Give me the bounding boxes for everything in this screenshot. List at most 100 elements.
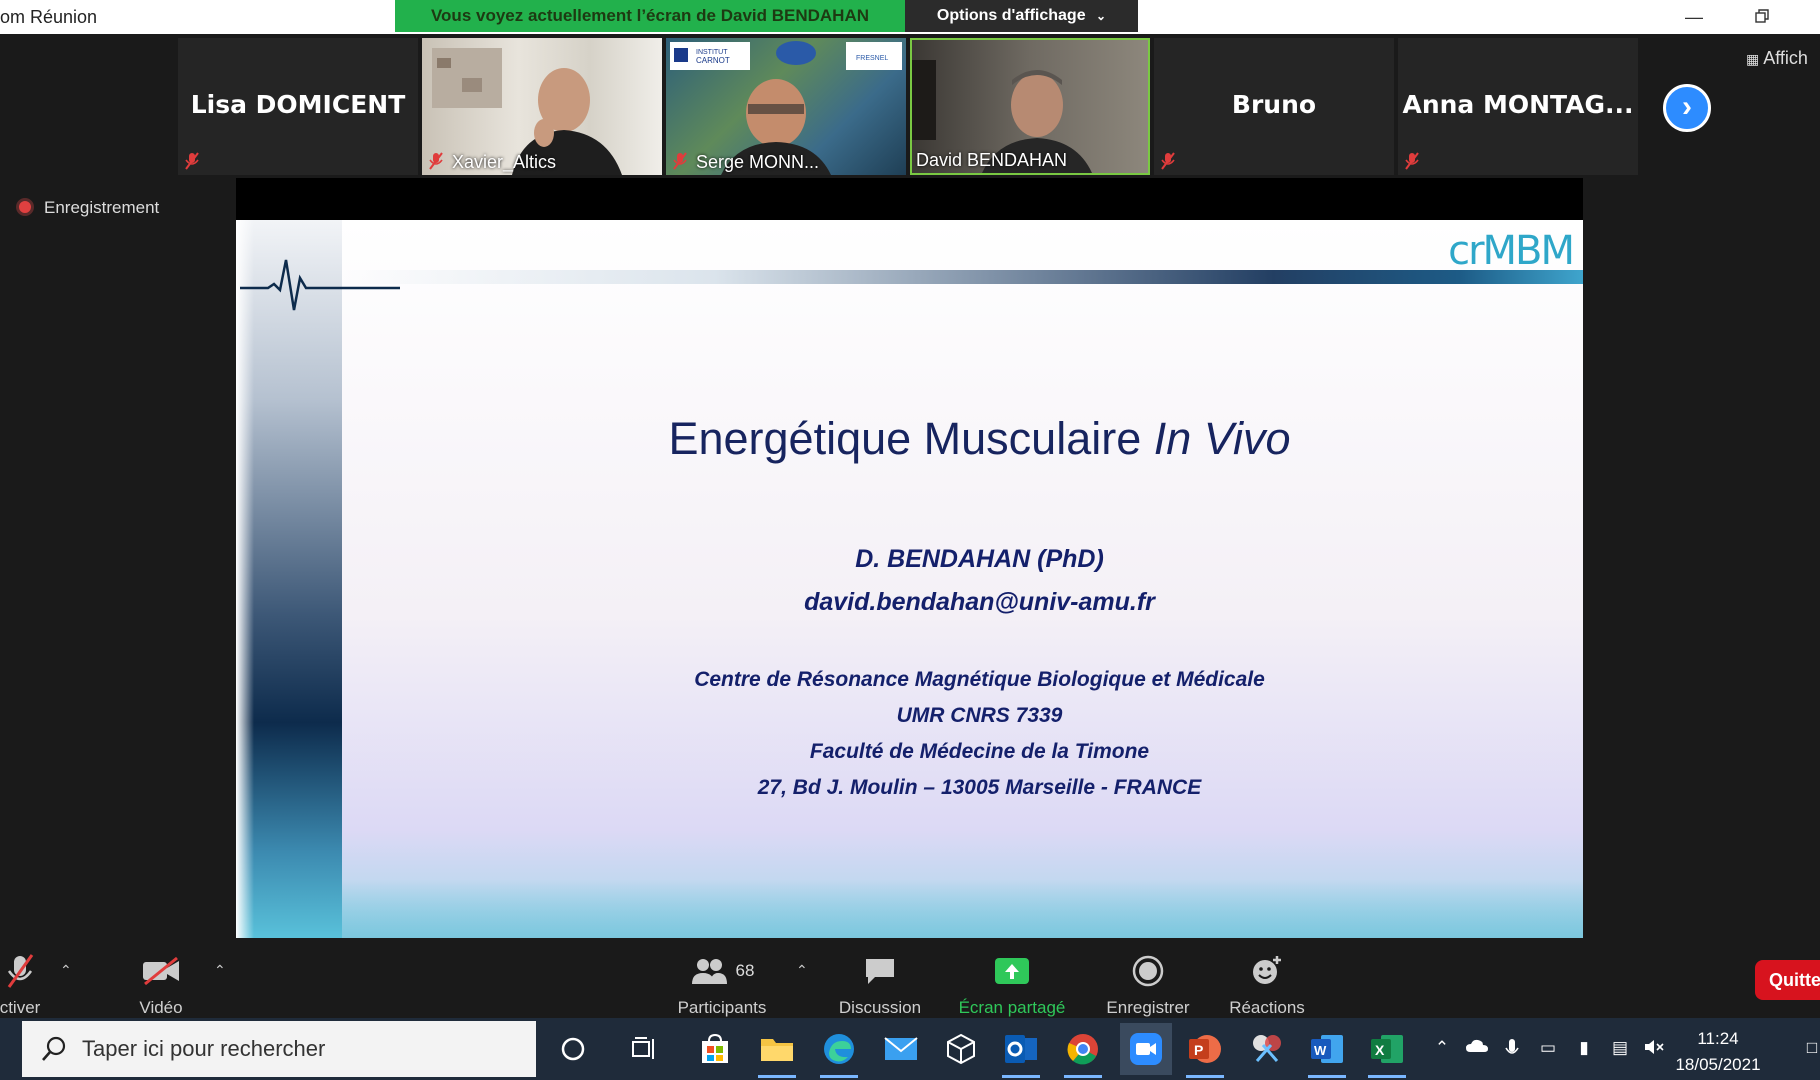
unmute-label: ctiver [0, 998, 41, 1017]
notifications-icon[interactable]: □ [1800, 1038, 1820, 1062]
running-indicator [820, 1075, 858, 1078]
gallery-next-button[interactable]: › [1663, 84, 1711, 132]
running-indicator [1368, 1075, 1406, 1078]
mic-muted-icon [185, 152, 199, 170]
speaker-muted-icon [1645, 1040, 1664, 1054]
gallery-view-label: Affich [1763, 48, 1808, 68]
running-indicator [1186, 1075, 1224, 1078]
chrome-app[interactable] [1062, 1028, 1104, 1078]
gallery-view-button[interactable]: ▦ Affich [1746, 48, 1808, 69]
share-screen-button[interactable]: Écran partagé [952, 952, 1072, 1018]
mail-app[interactable] [880, 1028, 922, 1070]
running-indicator [1308, 1075, 1346, 1078]
outlook-icon [1005, 1035, 1037, 1063]
chevron-right-icon: › [1682, 90, 1692, 123]
network-icon[interactable]: ▤ [1608, 1038, 1632, 1062]
search-placeholder: Taper ici pour rechercher [82, 1036, 326, 1061]
task-view-button[interactable] [624, 1028, 666, 1070]
video-options-caret[interactable]: ⌃ [214, 962, 226, 979]
zoom-app[interactable] [1120, 1023, 1172, 1075]
store-icon [702, 1033, 728, 1063]
mic-muted-icon [1405, 152, 1419, 170]
show-hidden-icons-button[interactable]: ⌃ [1430, 1038, 1454, 1062]
reactions-button[interactable]: Réactions [1222, 952, 1312, 1018]
chat-icon [866, 959, 894, 984]
windows-taskbar: Taper ici pour rechercher P W X ⌃ ▭ ▮ ▤ … [0, 1018, 1820, 1080]
3d-viewer-app[interactable] [940, 1028, 982, 1070]
active-speaker-tile[interactable]: David BENDAHAN [910, 38, 1150, 175]
edge-icon [824, 1034, 854, 1064]
cloud-icon [1466, 1039, 1488, 1052]
snipping-tool-app[interactable] [1246, 1028, 1288, 1070]
slide-lab-line: Faculté de Médecine de la Timone [809, 740, 1150, 763]
edge-app[interactable] [818, 1028, 860, 1078]
powerpoint-app[interactable]: P [1184, 1028, 1226, 1078]
start-video-button[interactable]: Vidéo [125, 952, 197, 1018]
slide-title-main: Energétique Musculaire [668, 413, 1154, 464]
video-label: Vidéo [139, 998, 183, 1017]
participants-button[interactable]: 68 Participants [668, 952, 776, 1018]
share-screen-icon [995, 958, 1029, 984]
chat-label: Discussion [838, 998, 922, 1017]
slide-author: D. BENDAHAN (PhD) [855, 545, 1104, 573]
record-icon [1132, 955, 1164, 987]
participants-count: 68 [735, 961, 755, 980]
taskbar-search-box[interactable]: Taper ici pour rechercher [22, 1021, 536, 1077]
zoom-window: om Réunion Vous voyez actuellement l’écr… [0, 0, 1820, 1080]
battery-icon[interactable]: ▮ [1572, 1038, 1596, 1062]
store-app[interactable] [694, 1028, 736, 1070]
app-title: om Réunion [0, 7, 98, 27]
outlook-app[interactable] [1000, 1028, 1042, 1078]
restore-button[interactable] [1742, 2, 1782, 32]
powerpoint-icon: P [1189, 1035, 1221, 1063]
record-label: Enregistrer [1106, 998, 1190, 1017]
cortana-icon [561, 1037, 585, 1061]
svg-text:INSTITUT: INSTITUT [696, 49, 728, 56]
record-button[interactable]: Enregistrer [1096, 952, 1200, 1018]
reactions-icon [1253, 956, 1281, 984]
participants-icon [691, 959, 727, 984]
clock-date: 18/05/2021 [1675, 1055, 1761, 1074]
chat-button[interactable]: Discussion [832, 952, 928, 1018]
zoom-icon [1130, 1033, 1162, 1065]
leave-meeting-button[interactable]: Quitte [1755, 960, 1820, 1000]
participant-tile[interactable]: Anna MONTAG... [1398, 38, 1638, 175]
svg-text:X: X [1375, 1042, 1385, 1058]
excel-app[interactable]: X [1366, 1028, 1408, 1078]
heartbeat-icon [240, 259, 400, 311]
reactions-label: Réactions [1229, 998, 1305, 1017]
word-app[interactable]: W [1306, 1028, 1348, 1078]
display-tray-icon[interactable]: ▭ [1536, 1038, 1560, 1062]
chevron-down-icon: ⌄ [1096, 9, 1107, 23]
volume-muted-icon[interactable] [1642, 1038, 1666, 1062]
participant-video-tile[interactable]: INSTITUT CARNOT FRESNEL Serge MONN... [666, 38, 906, 175]
mic-muted-icon [1161, 152, 1175, 170]
recording-indicator[interactable]: Enregistrement [16, 198, 159, 218]
unmute-button[interactable]: ctiver [0, 952, 60, 1018]
file-explorer-app[interactable] [756, 1028, 798, 1078]
clock-time: 11:24 [1697, 1029, 1739, 1048]
participants-options-caret[interactable]: ⌃ [796, 962, 808, 979]
audio-options-caret[interactable]: ⌃ [60, 962, 72, 979]
slide-lab-line: 27, Bd J. Moulin – 13005 Marseille - FRA… [757, 776, 1202, 799]
onedrive-icon[interactable] [1465, 1038, 1489, 1062]
running-indicator [758, 1075, 796, 1078]
crmbm-logo-text: crMBM [1448, 228, 1575, 274]
slide-title: Energétique Musculaire In Vivo [236, 413, 1583, 465]
participant-tile[interactable]: Lisa DOMICENT [178, 38, 418, 175]
participant-tile[interactable]: Bruno [1154, 38, 1394, 175]
slide-email: david.bendahan@univ-amu.fr [804, 588, 1155, 616]
participant-name: Serge MONN... [696, 152, 820, 172]
slide-lab-line: Centre de Résonance Magnétique Biologiqu… [694, 668, 1265, 691]
taskbar-clock[interactable]: 11:24 18/05/2021 [1668, 1026, 1768, 1078]
participant-video-tile[interactable]: Xavier_Altics [422, 38, 662, 175]
minimize-button[interactable]: — [1674, 2, 1714, 32]
slide-lab-line: UMR CNRS 7339 [896, 704, 1063, 727]
participant-name: Anna MONTAG... [1402, 90, 1634, 119]
cortana-button[interactable] [552, 1028, 594, 1070]
mic-muted-icon [429, 152, 443, 170]
scissors-icon [1253, 1035, 1281, 1062]
view-options-button[interactable]: Options d'affichage ⌄ [905, 0, 1138, 32]
microphone-tray-icon[interactable] [1500, 1038, 1524, 1062]
cube-icon [947, 1033, 975, 1065]
